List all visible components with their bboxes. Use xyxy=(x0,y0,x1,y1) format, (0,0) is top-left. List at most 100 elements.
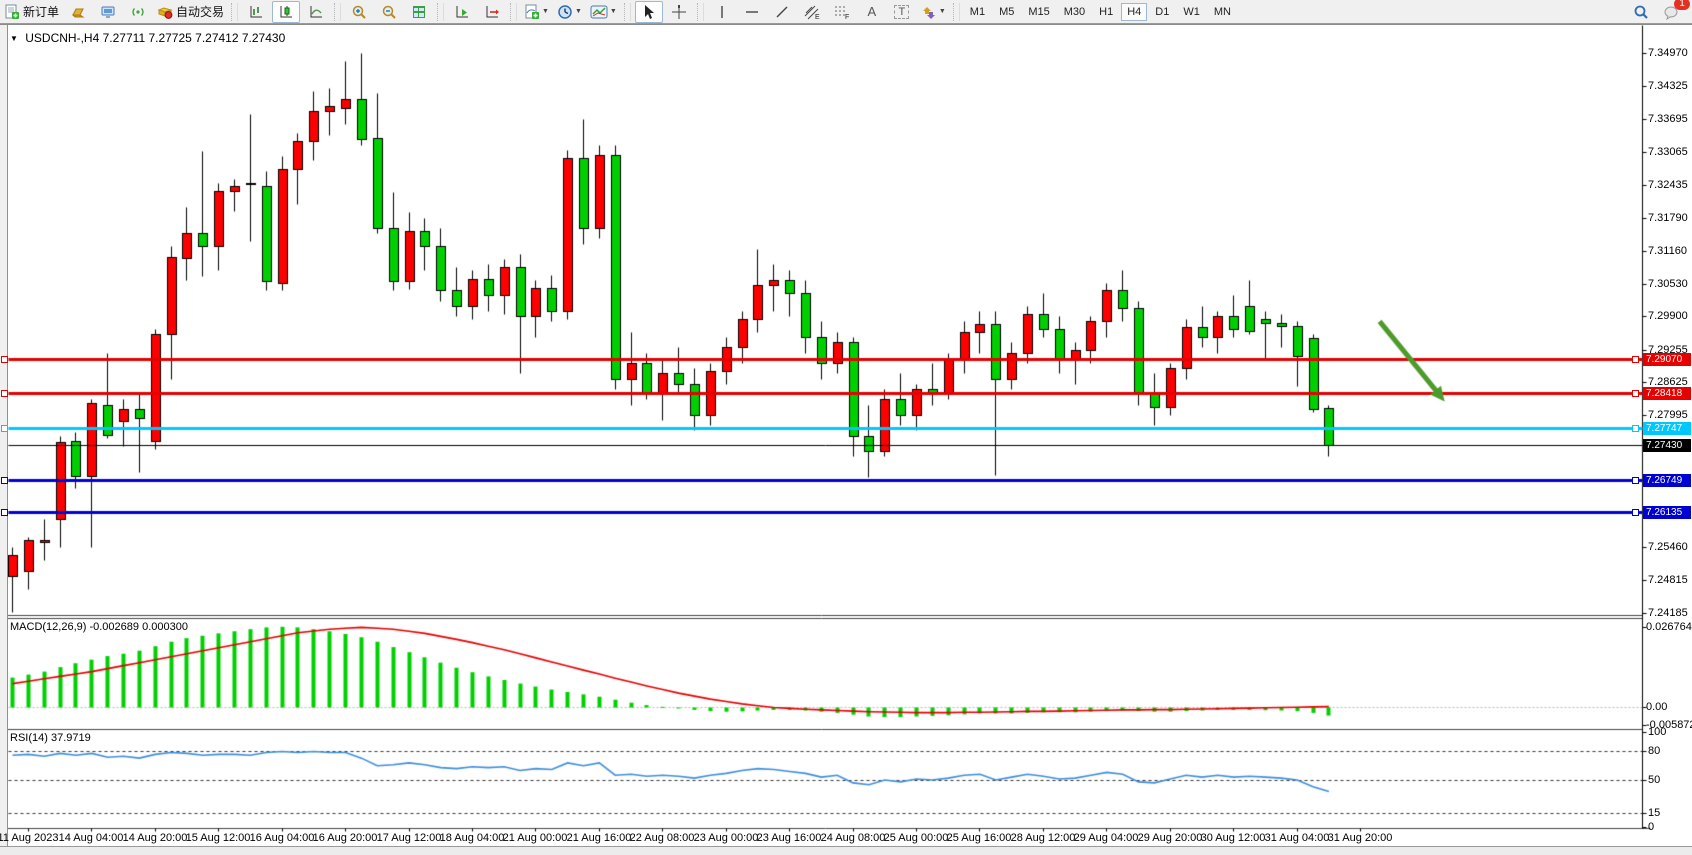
time-axis-label: 11 Aug 2023 xyxy=(0,832,58,844)
equidistant-channel-button[interactable]: E xyxy=(798,1,826,23)
search-icon xyxy=(1633,4,1649,20)
line-handle[interactable] xyxy=(1,390,8,397)
time-axis-label: 31 Aug 20:00 xyxy=(1328,832,1393,844)
text-button[interactable]: A xyxy=(858,1,886,23)
crosshair-icon xyxy=(671,4,687,20)
price-line-badge[interactable]: 7.29070 xyxy=(1643,353,1691,366)
terminal-button[interactable] xyxy=(94,1,122,23)
chevron-down-icon: ▼ xyxy=(939,8,946,15)
chart-shift-button[interactable] xyxy=(478,1,506,23)
rsi-axis-label: 15 xyxy=(1648,807,1660,819)
bar-chart-button[interactable] xyxy=(242,1,270,23)
time-axis-label: 25 Aug 16:00 xyxy=(947,832,1012,844)
clock-icon xyxy=(557,4,573,20)
price-line-badge[interactable]: 7.27747 xyxy=(1643,422,1691,435)
candlestick-button[interactable] xyxy=(272,1,300,23)
macd-axis-label: 0.00 xyxy=(1646,701,1667,713)
price-axis-label: 7.25460 xyxy=(1648,541,1688,553)
trendline-button[interactable] xyxy=(768,1,796,23)
toolbar-separator xyxy=(510,3,517,21)
line-handle[interactable] xyxy=(1632,425,1639,432)
zoom-out-button[interactable] xyxy=(375,1,403,23)
chart-symbol: USDCNH-,H4 xyxy=(25,31,99,45)
line-handle[interactable] xyxy=(1,509,8,516)
gold-block-button[interactable] xyxy=(64,1,92,23)
line-handle[interactable] xyxy=(1,356,8,363)
indicators-icon xyxy=(524,4,540,20)
cursor-button[interactable] xyxy=(635,1,663,23)
autotrading-icon xyxy=(157,4,173,20)
line-handle[interactable] xyxy=(1,425,8,432)
zoom-in-button[interactable] xyxy=(345,1,373,23)
new-order-button[interactable]: 新订单 xyxy=(1,1,62,23)
new-order-label: 新订单 xyxy=(23,3,59,20)
fibonacci-button[interactable]: F xyxy=(828,1,856,23)
zoom-in-icon xyxy=(351,4,367,20)
timeframe-tab-M5[interactable]: M5 xyxy=(993,3,1020,21)
arrows-icon xyxy=(921,4,937,20)
fibonacci-icon: F xyxy=(833,4,851,20)
text-icon: A xyxy=(868,4,877,19)
text-label-button[interactable]: T xyxy=(888,1,916,23)
line-handle[interactable] xyxy=(1632,356,1639,363)
tile-windows-button[interactable] xyxy=(405,1,433,23)
line-handle[interactable] xyxy=(1,477,8,484)
candlestick-icon xyxy=(278,4,294,20)
timeframe-tab-W1[interactable]: W1 xyxy=(1177,3,1206,21)
signal-waves-icon xyxy=(130,4,146,20)
zoom-out-icon xyxy=(381,4,397,20)
search-button[interactable] xyxy=(1627,1,1655,23)
horizontal-line-button[interactable] xyxy=(738,1,766,23)
timeframe-tab-M15[interactable]: M15 xyxy=(1022,3,1055,21)
current-price-badge[interactable]: 7.27430 xyxy=(1643,439,1691,452)
line-chart-icon xyxy=(308,4,324,20)
horizontal-line-icon xyxy=(744,4,760,20)
notification-badge: 1 xyxy=(1674,0,1690,10)
timeframe-group: M1M5M15M30H1H4D1W1MN xyxy=(963,3,1238,21)
document-plus-icon xyxy=(4,4,20,20)
rsi-axis-label: 100 xyxy=(1648,726,1666,738)
line-handle[interactable] xyxy=(1632,477,1639,484)
time-axis-label: 14 Aug 04:00 xyxy=(59,832,124,844)
autotrading-label: 自动交易 xyxy=(176,3,224,20)
indicators-button[interactable]: ▼ xyxy=(521,1,552,23)
timeframe-tab-D1[interactable]: D1 xyxy=(1149,3,1175,21)
chat-button[interactable]: 1 xyxy=(1657,1,1685,23)
autotrading-button[interactable]: 自动交易 xyxy=(154,1,227,23)
chart-shift-icon xyxy=(484,4,500,20)
chevron-down-icon: ▼ xyxy=(10,34,18,43)
price-line-badge[interactable]: 7.26135 xyxy=(1643,506,1691,519)
rsi-axis-label: 80 xyxy=(1648,745,1660,757)
price-line-badge[interactable]: 7.28418 xyxy=(1643,387,1691,400)
timeframe-tab-MN[interactable]: MN xyxy=(1208,3,1237,21)
price-axis-label: 7.31790 xyxy=(1648,212,1688,224)
line-chart-button[interactable] xyxy=(302,1,330,23)
price-axis-label: 7.34970 xyxy=(1648,47,1688,59)
svg-text:E: E xyxy=(815,14,820,20)
timeframe-tab-M1[interactable]: M1 xyxy=(964,3,991,21)
timeframe-tab-H1[interactable]: H1 xyxy=(1093,3,1119,21)
price-chart-canvas[interactable] xyxy=(0,25,1692,847)
templates-button[interactable]: ▼ xyxy=(587,1,620,23)
time-axis-label: 29 Aug 04:00 xyxy=(1074,832,1139,844)
crosshair-button[interactable] xyxy=(665,1,693,23)
arrows-button[interactable]: ▼ xyxy=(918,1,949,23)
line-handle[interactable] xyxy=(1632,390,1639,397)
toolbar-separator xyxy=(624,3,631,21)
vertical-line-button[interactable] xyxy=(708,1,736,23)
timeframe-tab-H4[interactable]: H4 xyxy=(1121,3,1147,21)
terminal-icon xyxy=(100,4,116,20)
tile-windows-icon xyxy=(411,4,427,20)
chevron-down-icon: ▼ xyxy=(575,8,582,15)
price-line-badge[interactable]: 7.26749 xyxy=(1643,474,1691,487)
time-axis-label: 21 Aug 16:00 xyxy=(567,832,632,844)
time-axis-label: 21 Aug 00:00 xyxy=(503,832,568,844)
auto-scroll-button[interactable] xyxy=(448,1,476,23)
rsi-axis-label: 50 xyxy=(1648,774,1660,786)
periods-button[interactable]: ▼ xyxy=(554,1,585,23)
toolbar-separator xyxy=(697,3,704,21)
price-axis-label: 7.32435 xyxy=(1648,179,1688,191)
timeframe-tab-M30[interactable]: M30 xyxy=(1058,3,1091,21)
signals-button[interactable] xyxy=(124,1,152,23)
line-handle[interactable] xyxy=(1632,509,1639,516)
